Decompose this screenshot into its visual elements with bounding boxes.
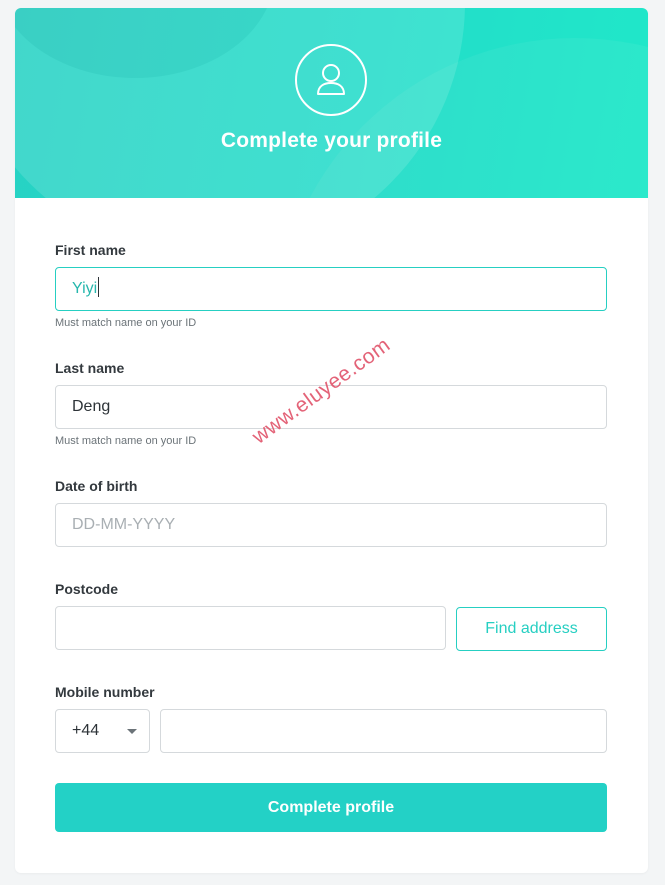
first-name-value: Yiyi xyxy=(72,280,98,297)
first-name-help: Must match name on your ID xyxy=(55,317,197,329)
last-name-value: Deng xyxy=(72,398,111,415)
mobile-number-field[interactable] xyxy=(160,709,607,753)
user-icon xyxy=(295,44,367,116)
mobile-label: Mobile number xyxy=(55,684,155,700)
postcode-label: Postcode xyxy=(55,581,119,597)
country-code-value: +44 xyxy=(72,722,100,739)
find-address-button[interactable]: Find address xyxy=(456,607,607,651)
last-name-label: Last name xyxy=(55,360,125,376)
page-title: Complete your profile xyxy=(220,129,443,152)
dob-field[interactable]: DD-MM-YYYY xyxy=(55,503,607,547)
dob-placeholder: DD-MM-YYYY xyxy=(72,516,176,533)
profile-header: Complete your profile xyxy=(15,8,648,198)
last-name-help: Must match name on your ID xyxy=(55,435,197,447)
text-caret xyxy=(98,277,100,297)
complete-profile-button[interactable]: Complete profile xyxy=(55,783,607,832)
first-name-label: First name xyxy=(55,242,126,258)
country-code-select[interactable]: +44 xyxy=(55,709,150,753)
postcode-field[interactable] xyxy=(55,606,446,650)
dob-label: Date of birth xyxy=(55,478,138,494)
first-name-field[interactable]: Yiyi xyxy=(55,267,607,311)
profile-card: Complete your profile First name Yiyi Mu… xyxy=(15,8,648,873)
chevron-down-icon xyxy=(127,729,137,734)
